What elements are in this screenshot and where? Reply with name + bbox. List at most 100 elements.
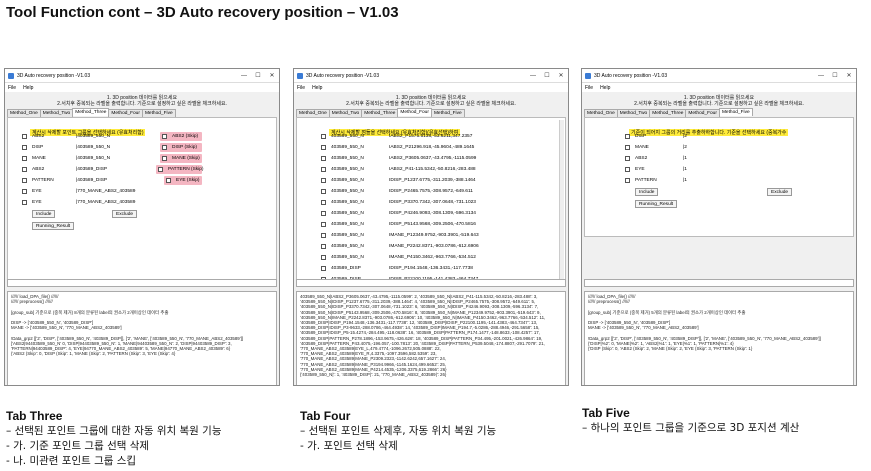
- list-item[interactable]: MANE |403589_550_N: [22, 154, 110, 162]
- checkbox[interactable]: [321, 166, 326, 172]
- list-item[interactable]: 403589_550_N IABS2_P3605.0637,-43.4795,-1…: [321, 154, 476, 162]
- checkbox[interactable]: [162, 144, 167, 150]
- list-item[interactable]: DISP |2: [625, 132, 687, 140]
- tab-method-three[interactable]: Method_Three: [72, 108, 110, 116]
- checkbox[interactable]: [321, 177, 326, 183]
- minimize-icon[interactable]: —: [814, 73, 828, 79]
- menu-help[interactable]: Help: [600, 85, 610, 91]
- list-item[interactable]: 403589_550_N IDISP_P1237.6775,-311.2039,-…: [321, 176, 476, 184]
- list-item[interactable]: PATTERN |1: [625, 176, 687, 184]
- scrollbar[interactable]: [559, 120, 564, 286]
- checkbox[interactable]: [22, 144, 27, 150]
- list-item[interactable]: EYE |1: [625, 165, 687, 173]
- tab-method-one[interactable]: Method_One: [584, 109, 618, 117]
- checkbox[interactable]: [162, 133, 167, 139]
- list-item[interactable]: ABS2 |403589_550_N: [22, 132, 110, 140]
- list-item[interactable]: 403589_550_N IABS2_P41-115.5342,-50.8216,…: [321, 165, 476, 173]
- tab-method-five[interactable]: Method_Five: [141, 109, 176, 117]
- menu-help[interactable]: Help: [312, 85, 322, 91]
- exclude-button[interactable]: Exclude: [767, 188, 793, 196]
- menu-file[interactable]: File: [585, 85, 593, 91]
- close-icon[interactable]: ✕: [265, 72, 279, 79]
- list-item[interactable]: 403589_550_N IDISP_P2465.7575,-308.9572,-…: [321, 187, 473, 195]
- tab-method-four[interactable]: Method_Four: [108, 109, 143, 117]
- checkbox[interactable]: [22, 177, 27, 183]
- list-item[interactable]: 403589_550_N IMANE_P4150.3462,-963.7766,-…: [321, 253, 476, 261]
- checkbox[interactable]: [166, 177, 171, 183]
- close-icon[interactable]: ✕: [554, 72, 568, 79]
- checkbox[interactable]: [162, 155, 167, 161]
- list-item[interactable]: EYE |770_MANE_ABS2_403589: [22, 187, 135, 195]
- list-item[interactable]: ABS2 |403589_DISP: [22, 165, 107, 173]
- checkbox[interactable]: [22, 166, 27, 172]
- checkbox[interactable]: [321, 144, 326, 150]
- list-item[interactable]: 403589_550_N IMANE_P2242.8371,-903.0786,-…: [321, 242, 479, 250]
- checkbox[interactable]: [321, 133, 326, 139]
- checkbox[interactable]: [321, 155, 326, 161]
- log-output[interactable]: 403589_550_N|IABS2_P3605.0637,-43.4795,-…: [296, 291, 566, 385]
- log-output[interactable]: ////// load_DPA_file() ////// ////// pre…: [584, 291, 854, 385]
- list-item[interactable]: MANE |2: [625, 143, 687, 151]
- skip-item[interactable]: ABS2 (Skip): [162, 132, 198, 140]
- list-item[interactable]: 403589_550_N IDISP_P3370.7342,-307.0648,-…: [321, 198, 476, 206]
- list-item[interactable]: 403589_550_N IMANE_P12349.9752,-903.3901,…: [321, 231, 479, 239]
- running-result-button[interactable]: Running_Result: [635, 200, 678, 208]
- exclude-button[interactable]: Exclude: [112, 210, 138, 218]
- checkbox[interactable]: [625, 166, 630, 172]
- skip-item[interactable]: PATTERN (Skip): [158, 165, 204, 173]
- minimize-icon[interactable]: —: [237, 73, 251, 79]
- checkbox[interactable]: [321, 265, 326, 271]
- tab-method-three[interactable]: Method_Three: [361, 109, 399, 117]
- menu-file[interactable]: File: [8, 85, 16, 91]
- include-button[interactable]: Include: [635, 188, 659, 196]
- running-result-button[interactable]: Running_Result: [32, 222, 75, 230]
- tab-method-four[interactable]: Method_Four: [397, 108, 432, 116]
- checkbox[interactable]: [22, 199, 27, 205]
- checkbox[interactable]: [625, 155, 630, 161]
- checkbox[interactable]: [625, 144, 630, 150]
- checkbox[interactable]: [625, 133, 630, 139]
- list-item[interactable]: 403589_550_N IABS2_P1575.5138,-53.6211,34…: [321, 132, 472, 140]
- skip-item[interactable]: MANE (Skip): [162, 154, 200, 162]
- log-output[interactable]: ////// load_DPA_file() ////// ////// pre…: [7, 291, 277, 385]
- maximize-icon[interactable]: ☐: [251, 72, 265, 79]
- checkbox[interactable]: [321, 210, 326, 216]
- tab-method-one[interactable]: Method_One: [7, 109, 41, 117]
- list-item[interactable]: 403589_550_N IDISP_P5143.9568,-309.2506,-…: [321, 220, 476, 228]
- maximize-icon[interactable]: ☐: [828, 72, 842, 79]
- list-item[interactable]: PATTERN |403589_DISP: [22, 176, 107, 184]
- skip-item[interactable]: EYE (Skip): [166, 176, 199, 184]
- checkbox[interactable]: [22, 155, 27, 161]
- tab-method-one[interactable]: Method_One: [296, 109, 330, 117]
- list-item[interactable]: ABS2 |1: [625, 154, 687, 162]
- checkbox[interactable]: [158, 166, 163, 172]
- skip-item[interactable]: DISP (Skip): [162, 143, 197, 151]
- list-item[interactable]: 403589_550_N IABS2_P21296.918,-45.9604,-4…: [321, 143, 474, 151]
- checkbox[interactable]: [625, 177, 630, 183]
- checkbox[interactable]: [321, 188, 326, 194]
- checkbox[interactable]: [321, 199, 326, 205]
- checkbox[interactable]: [22, 133, 27, 139]
- list-item[interactable]: 403589_DISP IDISP_P194.1548,-136.3431,-11…: [321, 264, 473, 272]
- minimize-icon[interactable]: —: [526, 73, 540, 79]
- list-item[interactable]: 403589_550_N IDISP_P4246.9093,-308.1309,-…: [321, 209, 476, 217]
- list-item[interactable]: DISP |403589_550_N: [22, 143, 110, 151]
- tab-method-four[interactable]: Method_Four: [685, 109, 720, 117]
- tab-method-two[interactable]: Method_Two: [616, 109, 651, 117]
- tab-method-five[interactable]: Method_Five: [718, 108, 753, 116]
- tab-method-two[interactable]: Method_Two: [328, 109, 363, 117]
- menu-help[interactable]: Help: [23, 85, 33, 91]
- checkbox[interactable]: [321, 254, 326, 260]
- close-icon[interactable]: ✕: [842, 72, 856, 79]
- checkbox[interactable]: [321, 243, 326, 249]
- tab-method-three[interactable]: Method_Three: [649, 109, 687, 117]
- tab-method-five[interactable]: Method_Five: [430, 109, 465, 117]
- maximize-icon[interactable]: ☐: [540, 72, 554, 79]
- tab-method-two[interactable]: Method_Two: [39, 109, 74, 117]
- menu-file[interactable]: File: [297, 85, 305, 91]
- checkbox[interactable]: [321, 221, 326, 227]
- checkbox[interactable]: [22, 188, 27, 194]
- include-button[interactable]: Include: [32, 210, 56, 218]
- list-item[interactable]: EYE |770_MANE_ABS2_403589: [22, 198, 135, 206]
- checkbox[interactable]: [321, 232, 326, 238]
